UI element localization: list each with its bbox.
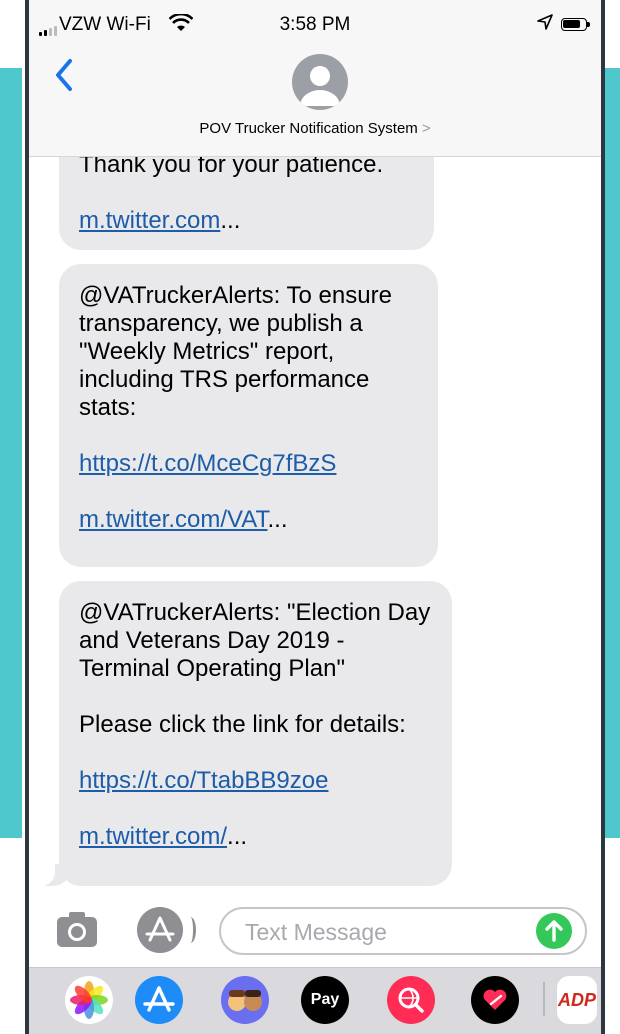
- message-url[interactable]: https://t.co/MceCg7fBzS: [79, 450, 336, 477]
- phone-screen: VZW Wi-Fi 3:58 PM POV Trucker Notificati…: [25, 0, 605, 1034]
- chevron-left-icon[interactable]: [54, 58, 74, 92]
- bubble-tail: [37, 864, 71, 886]
- contact-name-button[interactable]: POV Trucker Notification System >: [29, 120, 601, 137]
- person-icon[interactable]: [292, 54, 348, 110]
- link-ellipsis: ...: [227, 823, 248, 850]
- background-frame-left: [0, 68, 22, 838]
- app-store-icon[interactable]: [137, 907, 196, 953]
- app-drawer: Pay ADP: [29, 967, 601, 1034]
- drawer-divider: [543, 982, 545, 1016]
- digital-touch-icon[interactable]: [471, 976, 519, 1024]
- compose-bar: [29, 897, 601, 967]
- app-store-icon[interactable]: [135, 976, 183, 1024]
- location-icon: [537, 14, 553, 30]
- memoji-icon[interactable]: [221, 976, 269, 1024]
- message-link[interactable]: m.twitter.com: [79, 207, 220, 234]
- message-bubble[interactable]: @VATruckerAlerts: "Election Day and Vete…: [59, 581, 452, 886]
- message-thread[interactable]: Thank you for your patience. m.twitter.c…: [29, 157, 601, 897]
- send-arrow-icon[interactable]: [536, 913, 572, 949]
- message-text: @VATruckerAlerts: To ensure transparency…: [79, 282, 399, 421]
- message-text: Thank you for your patience.: [79, 157, 384, 178]
- message-bubble[interactable]: Thank you for your patience. m.twitter.c…: [59, 157, 434, 250]
- status-bar: VZW Wi-Fi 3:58 PM: [29, 0, 601, 44]
- message-text: Please click the link for details:: [79, 711, 406, 738]
- adp-label: ADP: [557, 989, 596, 1010]
- contact-chevron: >: [421, 120, 431, 137]
- conversation-header: POV Trucker Notification System >: [29, 44, 601, 157]
- message-link[interactable]: m.twitter.com/: [79, 823, 227, 850]
- web-search-icon[interactable]: [387, 976, 435, 1024]
- apple-pay-icon[interactable]: Pay: [301, 976, 349, 1024]
- battery-icon: [561, 18, 590, 31]
- message-text: @VATruckerAlerts: "Election Day and Vete…: [79, 599, 437, 682]
- link-ellipsis: ...: [267, 506, 288, 533]
- apple-pay-label: Pay: [310, 991, 340, 1008]
- contact-name: POV Trucker Notification System: [199, 120, 418, 137]
- message-link[interactable]: m.twitter.com/VAT: [79, 506, 267, 533]
- adp-icon[interactable]: ADP: [557, 976, 597, 1024]
- message-input-field[interactable]: [219, 907, 587, 955]
- message-url[interactable]: https://t.co/TtabBB9zoe: [79, 767, 328, 794]
- message-bubble[interactable]: @VATruckerAlerts: To ensure transparency…: [59, 264, 438, 567]
- message-input[interactable]: [243, 918, 517, 947]
- camera-icon[interactable]: [55, 909, 99, 949]
- clock: 3:58 PM: [279, 14, 351, 35]
- link-ellipsis: ...: [220, 207, 241, 234]
- photos-icon[interactable]: [65, 976, 113, 1024]
